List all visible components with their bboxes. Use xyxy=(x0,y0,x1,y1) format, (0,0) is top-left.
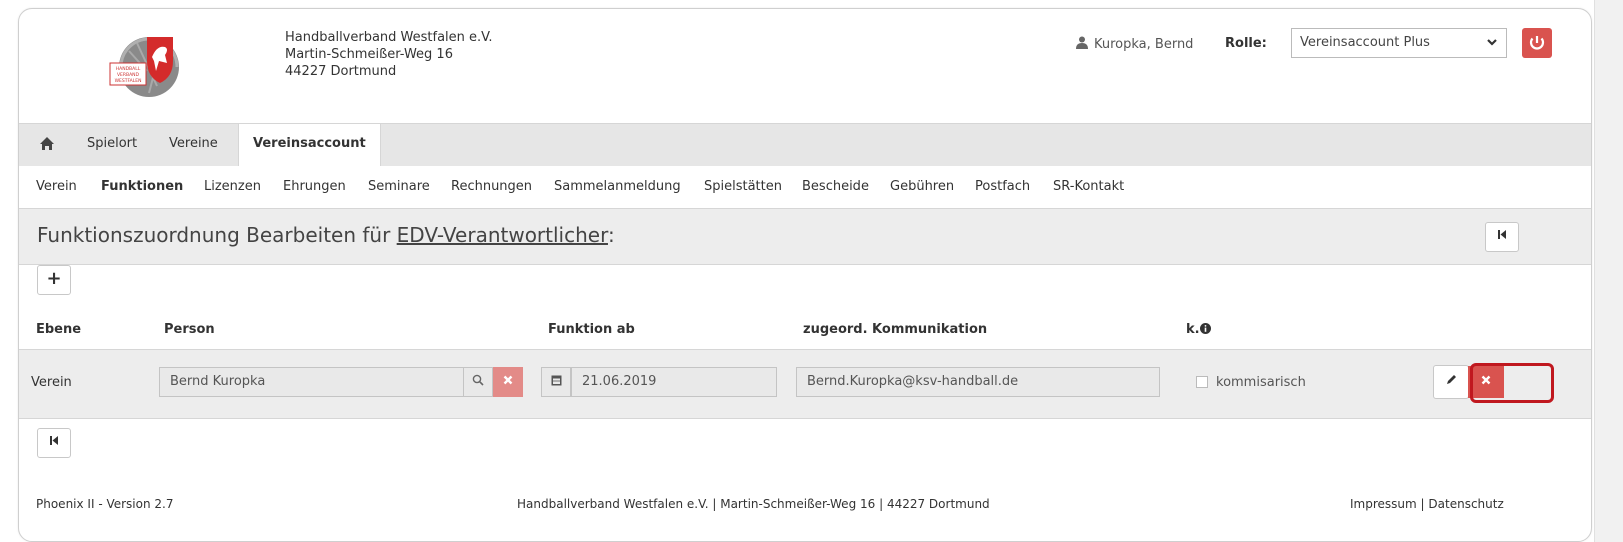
person-clear-button[interactable] xyxy=(493,367,523,397)
add-button[interactable]: + xyxy=(37,265,71,295)
title-bar: Funktionszuordnung Bearbeiten für EDV-Ve… xyxy=(19,209,1591,265)
back-button-top[interactable] xyxy=(1485,222,1519,252)
column-header-ebene: Ebene xyxy=(36,322,82,337)
impressum-link[interactable]: Impressum xyxy=(1350,497,1417,511)
subnav-seminare[interactable]: Seminare xyxy=(368,179,430,194)
person-search-button[interactable] xyxy=(463,367,493,397)
logo-text-line: HANDBALL xyxy=(116,66,141,72)
subnav-postfach[interactable]: Postfach xyxy=(975,179,1030,194)
info-icon[interactable] xyxy=(1199,322,1211,337)
power-icon xyxy=(1522,36,1552,62)
column-header-person: Person xyxy=(164,322,215,337)
page-title-suffix: : xyxy=(607,223,615,247)
page-title: Funktionszuordnung Bearbeiten für EDV-Ve… xyxy=(37,223,615,247)
back-icon xyxy=(49,435,59,450)
main-tabs: Spielort Vereine Vereinsaccount xyxy=(19,123,1591,167)
chevron-down-icon xyxy=(1486,34,1498,53)
kommissarisch-checkbox[interactable] xyxy=(1196,376,1208,388)
subnav-rechnungen[interactable]: Rechnungen xyxy=(451,179,532,194)
date-picker-button[interactable] xyxy=(541,367,571,397)
subnav-sammelanmeldung[interactable]: Sammelanmeldung xyxy=(554,179,681,194)
app-window: HANDBALL VERBAND WESTFALEN Handballverba… xyxy=(18,8,1592,542)
hvw-logo: HANDBALL VERBAND WESTFALEN xyxy=(107,31,197,101)
column-header-funktion-ab: Funktion ab xyxy=(548,322,635,337)
subnav-lizenzen[interactable]: Lizenzen xyxy=(204,179,261,194)
org-street: Martin-Schmeißer-Weg 16 xyxy=(285,47,453,62)
role-value: Vereinsaccount Plus xyxy=(1300,35,1430,50)
footer-separator: | xyxy=(1420,497,1425,511)
logo-text-line: WESTFALEN xyxy=(115,78,142,84)
plus-icon: + xyxy=(46,268,62,289)
close-icon xyxy=(503,374,513,389)
delete-button-highlight xyxy=(1470,363,1554,403)
role-select[interactable]: Vereinsaccount Plus xyxy=(1291,28,1507,58)
footer-address: Handballverband Westfalen e.V. | Martin-… xyxy=(517,497,990,511)
column-header-kommunikation: zugeord. Kommunikation xyxy=(803,322,988,337)
subnav-spielstaetten[interactable]: Spielstätten xyxy=(704,179,782,194)
function-link[interactable]: EDV-Verantwortlicher xyxy=(397,223,608,247)
role-label: Rolle: xyxy=(1225,36,1267,51)
user-icon xyxy=(1076,36,1088,53)
tab-spielort[interactable]: Spielort xyxy=(87,136,137,151)
back-icon xyxy=(1497,229,1507,244)
org-name: Handballverband Westfalen e.V. xyxy=(285,30,493,45)
kommissarisch-label: kommisarisch xyxy=(1216,375,1306,390)
calendar-icon xyxy=(551,375,562,390)
logout-button[interactable] xyxy=(1522,28,1552,58)
subnav-bescheide[interactable]: Bescheide xyxy=(802,179,869,194)
tab-vereine[interactable]: Vereine xyxy=(169,136,218,151)
row-ebene: Verein xyxy=(31,375,72,390)
edit-button[interactable] xyxy=(1433,365,1469,399)
org-city: 44227 Dortmund xyxy=(285,64,397,79)
datenschutz-link[interactable]: Datenschutz xyxy=(1428,497,1503,511)
sub-navigation: Verein Funktionen Lizenzen Ehrungen Semi… xyxy=(19,166,1591,209)
subnav-ehrungen[interactable]: Ehrungen xyxy=(283,179,346,194)
footer-version: Phoenix II - Version 2.7 xyxy=(36,497,174,511)
funktion-ab-date-input[interactable]: 21.06.2019 xyxy=(571,367,777,397)
subnav-sr-kontakt[interactable]: SR-Kontakt xyxy=(1053,179,1124,194)
subnav-verein[interactable]: Verein xyxy=(36,179,77,194)
pencil-icon xyxy=(1445,375,1457,390)
page-title-prefix: Funktionszuordnung Bearbeiten für xyxy=(37,223,397,247)
logo-text-line: VERBAND xyxy=(117,72,140,78)
column-header-k-label: k. xyxy=(1186,322,1200,337)
footer-links: Impressum | Datenschutz xyxy=(1350,497,1504,511)
search-icon xyxy=(472,374,484,390)
person-input[interactable]: Bernd Kuropka xyxy=(159,367,464,397)
user-name: Kuropka, Bernd xyxy=(1094,37,1194,52)
user-info[interactable]: Kuropka, Bernd xyxy=(1076,36,1193,53)
column-header-kommissarisch: k. xyxy=(1186,322,1211,337)
back-button-bottom[interactable] xyxy=(37,428,71,458)
kommunikation-input[interactable]: Bernd.Kuropka@ksv-handball.de xyxy=(796,367,1160,397)
org-address: Handballverband Westfalen e.V. Martin-Sc… xyxy=(285,29,493,80)
subnav-gebuehren[interactable]: Gebühren xyxy=(890,179,954,194)
scrollbar-track[interactable] xyxy=(1594,0,1623,542)
tab-vereinsaccount[interactable]: Vereinsaccount xyxy=(238,123,381,166)
home-icon[interactable] xyxy=(39,136,55,155)
subnav-funktionen[interactable]: Funktionen xyxy=(101,179,183,194)
